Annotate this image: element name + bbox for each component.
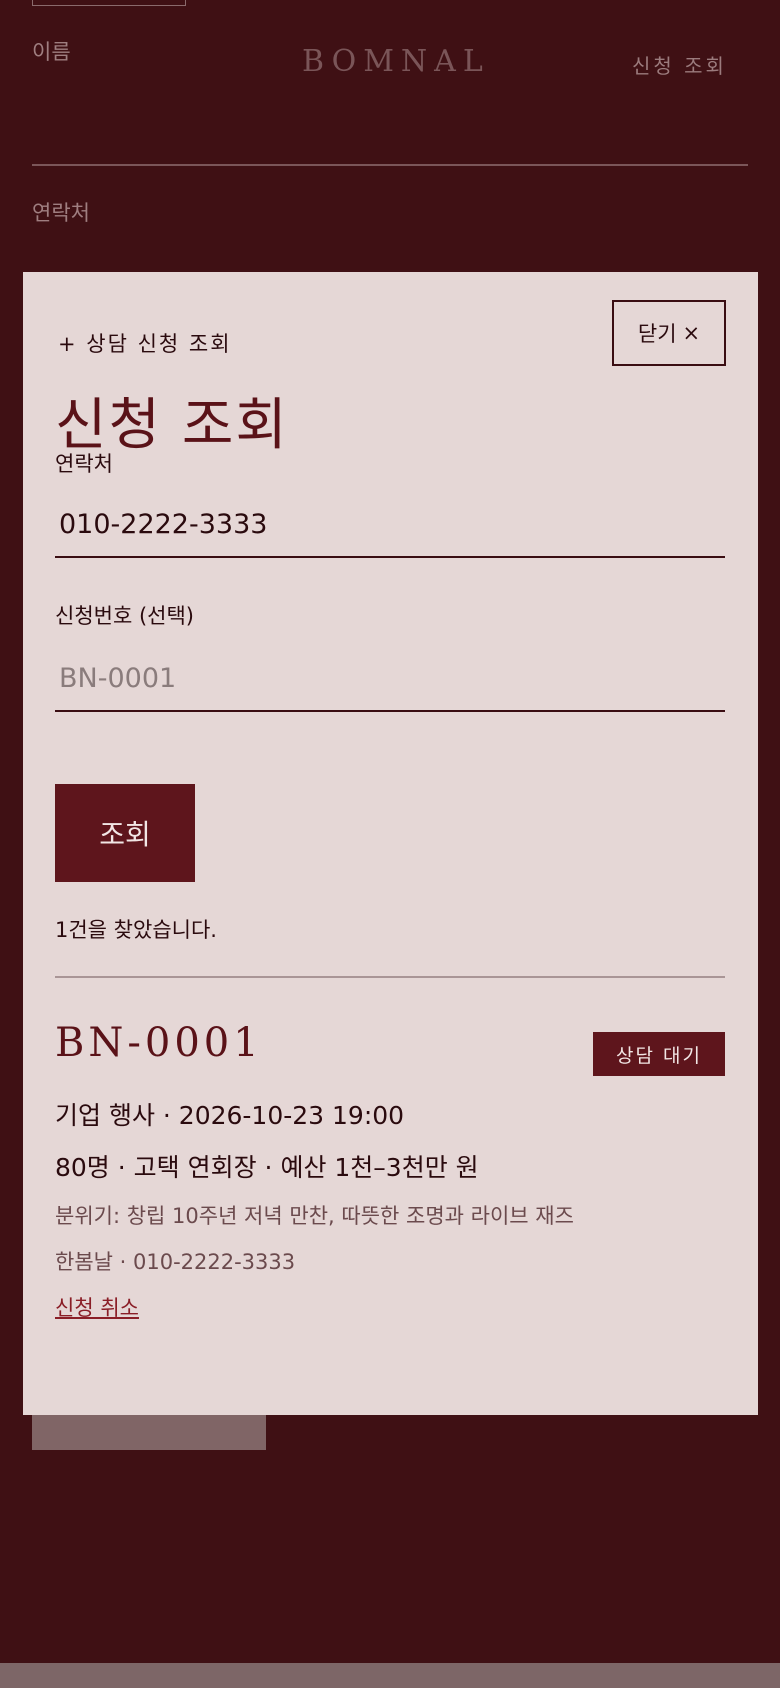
status-badge: 상담 대기 xyxy=(593,1032,725,1076)
lookup-modal: 닫기 × + 상담 신청 조회 신청 조회 연락처 신청번호 (선택) 조회 1… xyxy=(23,272,758,1415)
background-submit-button[interactable] xyxy=(32,1414,266,1450)
result-message: 1건을 찾았습니다. xyxy=(55,918,217,942)
background-phone-label: 연락처 xyxy=(32,201,90,225)
background-divider xyxy=(32,164,748,166)
record-event-datetime: 기업 행사 · 2026-10-23 19:00 xyxy=(55,1101,405,1130)
record-id: BN-0001 xyxy=(55,1020,263,1066)
close-label: 닫기 xyxy=(637,322,677,346)
application-number-input[interactable] xyxy=(55,646,725,712)
close-button[interactable]: 닫기 × xyxy=(612,300,726,366)
phone-input[interactable] xyxy=(55,492,725,558)
name-field-label: 이름 xyxy=(32,40,71,64)
cancel-application-link[interactable]: 신청 취소 xyxy=(55,1292,139,1322)
record-guests-venue-budget: 80명 · 고택 연회장 · 예산 1천–3천만 원 xyxy=(55,1153,479,1182)
application-number-label: 신청번호 (선택) xyxy=(55,604,194,628)
lookup-submit-button[interactable]: 조회 xyxy=(55,784,195,882)
modal-eyebrow: + 상담 신청 조회 xyxy=(58,332,232,356)
background-top-box xyxy=(32,0,186,6)
record-contact: 한봄날 · 010-2222-3333 xyxy=(55,1250,296,1274)
result-divider xyxy=(55,976,725,978)
phone-label: 연락처 xyxy=(55,452,113,476)
close-icon: × xyxy=(682,321,701,345)
nav-lookup-link[interactable]: 신청 조회 xyxy=(632,50,727,79)
record-mood: 분위기: 창립 10주년 저녁 만찬, 따뜻한 조명과 라이브 재즈 xyxy=(55,1204,574,1228)
footer-bar xyxy=(0,1663,780,1688)
brand-logo[interactable]: BOMNAL xyxy=(302,44,490,79)
